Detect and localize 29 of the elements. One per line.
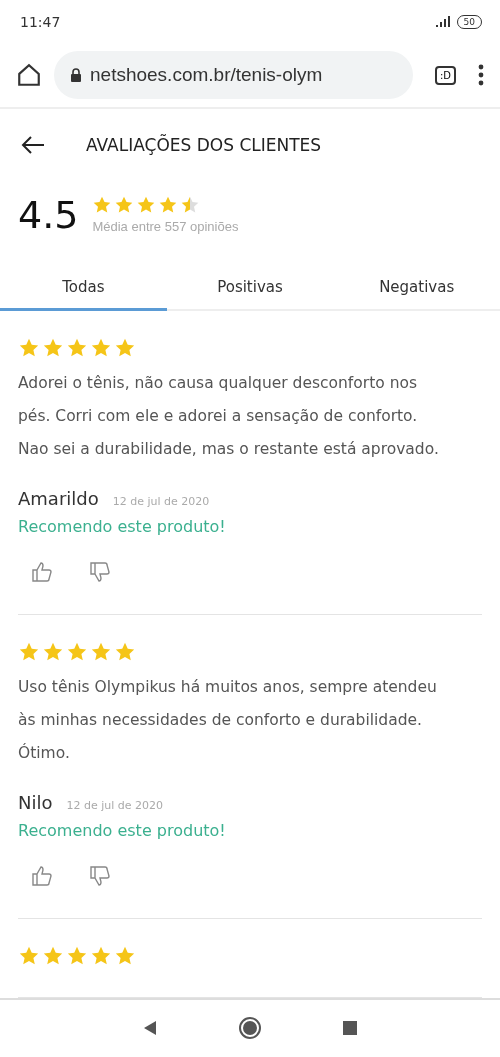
recommendation: Recomendo este produto! <box>18 820 227 840</box>
author-name: Nilo <box>18 791 53 813</box>
review-date: 12 de jul de 2020 <box>112 494 210 508</box>
clock: 11:47 <box>20 13 61 30</box>
thumbs-down-icon[interactable] <box>88 863 112 888</box>
filter-tab[interactable]: Positivas <box>166 267 334 311</box>
review-text: Uso tênis Olympikus há muitos anos, sempre atendeu às minhas necessidades de conforto e durabilidade. Ótimo. <box>18 676 438 764</box>
author-name: Amarildo <box>18 487 99 509</box>
thumbs-down-icon[interactable] <box>88 559 112 584</box>
tabs-button[interactable]: :D <box>434 65 456 85</box>
review-text: Adorei o tênis, não causa qualquer desconforto nos pés. Corri com ele e adorei a sensação de conforto. Nao sei a durabilidade, mas o restante está aprovado. <box>18 372 440 460</box>
menu-icon[interactable] <box>478 64 484 87</box>
address-bar[interactable]: netshoes.com.br/tenis-olym <box>54 51 413 100</box>
review-count: Média entre 557 opiniões <box>92 219 239 235</box>
signal-icon <box>434 15 451 28</box>
recents-icon[interactable] <box>342 1020 358 1037</box>
back-icon[interactable] <box>142 1020 158 1037</box>
lock-icon <box>70 68 82 83</box>
home-button-icon[interactable] <box>238 1016 262 1041</box>
thumbs-up-icon[interactable] <box>30 863 54 888</box>
thumbs-up-icon[interactable] <box>30 559 54 584</box>
filter-tab[interactable]: Todas <box>0 267 167 311</box>
filter-tab[interactable]: Negativas <box>333 267 500 311</box>
recommendation: Recomendo este produto! <box>18 516 227 536</box>
page-title: AVALIAÇÕES DOS CLIENTES <box>86 134 322 155</box>
average-score: 4.5 <box>18 192 79 237</box>
home-icon[interactable] <box>16 62 42 89</box>
review-date: 12 de jul de 2020 <box>66 798 164 812</box>
back-arrow-icon[interactable] <box>20 134 46 155</box>
